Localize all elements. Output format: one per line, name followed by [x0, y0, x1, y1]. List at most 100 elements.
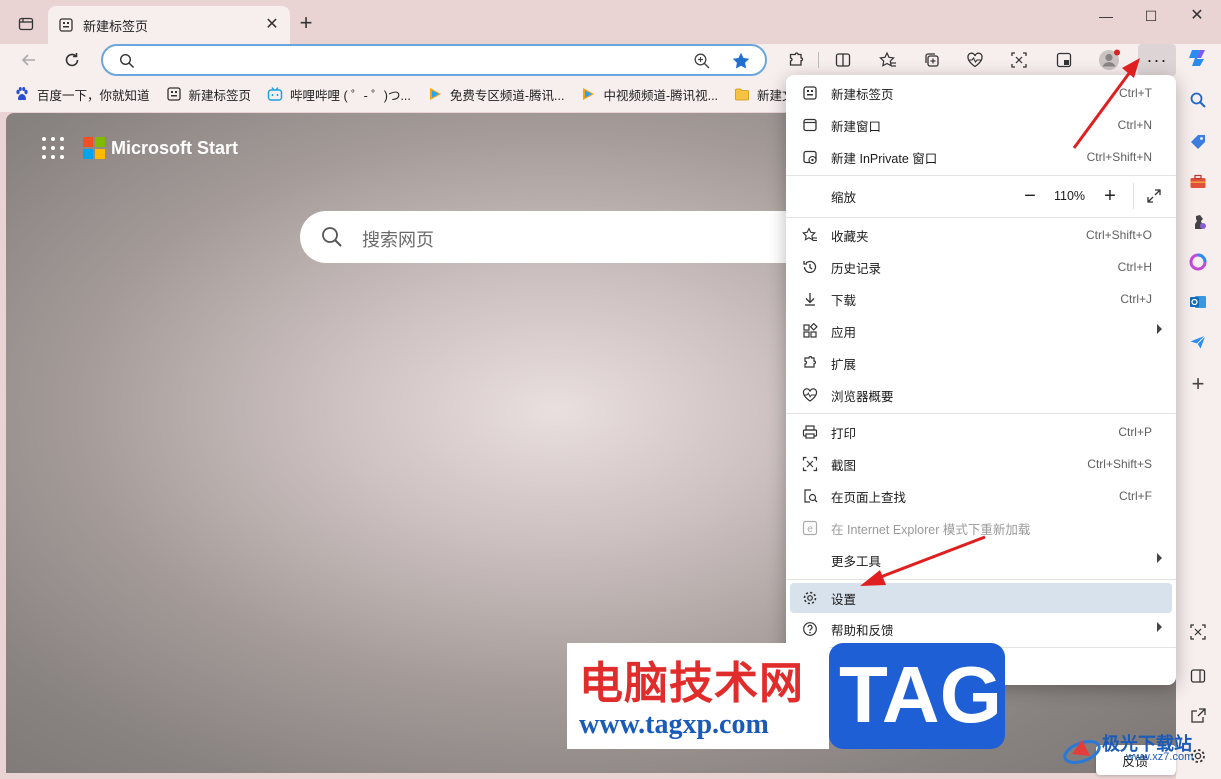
- close-window-icon[interactable]: ✕: [1185, 6, 1209, 26]
- menu-item-screenshot[interactable]: 截图 Ctrl+Shift+S: [790, 449, 1172, 479]
- aurora-logo-icon: [1063, 740, 1101, 764]
- menu-item-new-window[interactable]: 新建窗口 Ctrl+N: [790, 110, 1172, 140]
- zoom-in-button[interactable]: +: [1098, 185, 1122, 209]
- back-icon[interactable]: [17, 48, 41, 72]
- heartbeat-icon[interactable]: [963, 48, 987, 72]
- sidebar-toggle-icon[interactable]: [1186, 664, 1210, 688]
- favorites-icon: [800, 225, 820, 245]
- menu-item-history[interactable]: 历史记录 Ctrl+H: [790, 252, 1172, 282]
- screenshot-icon[interactable]: [1007, 48, 1031, 72]
- menu-item-extensions[interactable]: 扩展: [790, 348, 1172, 378]
- menu-item-label: 扩展: [831, 357, 857, 372]
- site2-url: www.xz7.com: [1126, 751, 1194, 763]
- page-search-box[interactable]: 搜索网页: [300, 211, 840, 263]
- menu-item-ie-mode: e 在 Internet Explorer 模式下重新加载: [790, 513, 1172, 543]
- collections-icon[interactable]: [920, 48, 944, 72]
- help-icon: [800, 619, 820, 639]
- menu-item-new-tab[interactable]: 新建标签页 Ctrl+T: [790, 78, 1172, 108]
- menu-item-browser-essentials[interactable]: 浏览器概要: [790, 380, 1172, 410]
- add-sidebar-app-icon[interactable]: +: [1186, 371, 1210, 396]
- menu-item-label: 截图: [831, 458, 857, 473]
- menu-item-shortcut: Ctrl+Shift+S: [1087, 457, 1152, 471]
- workspaces-icon[interactable]: [1052, 48, 1076, 72]
- bookmark-item[interactable]: 哔哩哔哩 ( ゜- ゜)つ...: [267, 85, 411, 104]
- heartbeat-icon: [800, 385, 820, 405]
- send-icon[interactable]: [1186, 330, 1210, 354]
- split-screen-icon[interactable]: [831, 48, 855, 72]
- screenshot-icon[interactable]: [1186, 620, 1210, 644]
- menu-item-settings[interactable]: 设置: [790, 583, 1172, 613]
- refresh-icon[interactable]: [60, 48, 84, 72]
- bookmark-item[interactable]: 免费专区频道-腾讯...: [427, 85, 564, 104]
- tab-actions-icon: [18, 17, 34, 31]
- bookmark-item[interactable]: 百度一下，你就知道: [14, 85, 150, 104]
- outlook-icon[interactable]: [1186, 290, 1210, 314]
- menu-item-print[interactable]: 打印 Ctrl+P: [790, 417, 1172, 447]
- menu-item-apps[interactable]: 应用: [790, 316, 1172, 346]
- menu-item-shortcut: Ctrl+F: [1119, 489, 1152, 503]
- watermark-url-text: www.tagxp.com: [579, 709, 769, 740]
- corner-watermark: 极光下载站 www.xz7.com: [1062, 730, 1212, 770]
- menu-item-favorites[interactable]: 收藏夹 Ctrl+Shift+O: [790, 220, 1172, 250]
- menu-item-label: 在页面上查找: [831, 490, 907, 505]
- window-icon: [800, 115, 820, 135]
- copilot-icon[interactable]: [1186, 46, 1210, 70]
- settings-and-more-button[interactable]: ···: [1138, 44, 1176, 76]
- bookmark-label: 新建标签页: [188, 88, 252, 103]
- favorite-star-icon[interactable]: [731, 51, 751, 74]
- tab-new-tab[interactable]: 新建标签页 ✕: [48, 6, 290, 44]
- search-icon: [119, 53, 135, 72]
- menu-item-find-on-page[interactable]: 在页面上查找 Ctrl+F: [790, 481, 1172, 511]
- menu-item-label: 在 Internet Explorer 模式下重新加载: [831, 522, 1031, 537]
- tencent-video-icon: [580, 86, 596, 102]
- profile-avatar[interactable]: [1097, 48, 1121, 72]
- microsoft-logo-icon: [83, 137, 105, 159]
- menu-separator: [786, 413, 1176, 414]
- tab-close-icon[interactable]: ✕: [264, 17, 280, 33]
- minimize-icon[interactable]: —: [1094, 6, 1118, 26]
- menu-separator: [786, 579, 1176, 580]
- office-icon[interactable]: [1186, 250, 1210, 274]
- search-placeholder: 搜索网页: [362, 230, 434, 250]
- bookmark-item[interactable]: 中视频频道-腾讯视...: [580, 85, 718, 104]
- menu-item-label: 应用: [831, 325, 857, 340]
- zoom-out-button[interactable]: −: [1018, 185, 1042, 209]
- menu-item-new-inprivate[interactable]: 新建 InPrivate 窗口 Ctrl+Shift+N: [790, 142, 1172, 172]
- tab-actions-button[interactable]: [12, 12, 40, 36]
- newtab-icon: [800, 83, 820, 103]
- extensions-icon[interactable]: [784, 48, 808, 72]
- submenu-arrow-icon: [1157, 324, 1162, 334]
- menu-item-label: 浏览器概要: [831, 389, 894, 404]
- newtab-icon: [166, 86, 182, 102]
- edge-sidebar: +: [1176, 44, 1221, 779]
- bookmark-label: 中视频频道-腾讯视...: [603, 88, 719, 103]
- games-icon[interactable]: [1186, 210, 1210, 234]
- gear-icon: [800, 588, 820, 608]
- menu-item-more-tools[interactable]: 更多工具: [790, 545, 1172, 575]
- menu-item-label: 帮助和反馈: [831, 623, 894, 638]
- ie-icon: e: [800, 518, 820, 538]
- fullscreen-icon[interactable]: [1143, 185, 1165, 207]
- address-bar[interactable]: [101, 44, 767, 76]
- new-tab-button[interactable]: +: [294, 12, 318, 36]
- menu-item-label: 历史记录: [831, 261, 882, 276]
- menu-item-shortcut: Ctrl+P: [1118, 425, 1152, 439]
- zoom-divider: [1133, 183, 1134, 209]
- open-external-icon[interactable]: [1186, 704, 1210, 728]
- bookmark-label: 哔哩哔哩 ( ゜- ゜)つ...: [290, 88, 411, 103]
- search-icon[interactable]: [1186, 88, 1210, 112]
- favorites-icon[interactable]: [876, 48, 900, 72]
- title-bar: 新建标签页 ✕ + — ☐ ✕: [0, 0, 1221, 44]
- menu-item-help-feedback[interactable]: 帮助和反馈: [790, 614, 1172, 644]
- tag-icon[interactable]: [1186, 130, 1210, 154]
- menu-item-downloads[interactable]: 下载 Ctrl+J: [790, 284, 1172, 314]
- bookmark-item[interactable]: 新建标签页: [166, 85, 252, 104]
- submenu-arrow-icon: [1157, 553, 1162, 563]
- menu-item-label: 设置: [831, 592, 857, 607]
- maximize-icon[interactable]: ☐: [1139, 6, 1163, 26]
- toolbox-icon[interactable]: [1186, 170, 1210, 194]
- zoom-icon[interactable]: [693, 52, 711, 73]
- svg-text:e: e: [807, 524, 813, 535]
- app-launcher-icon[interactable]: [42, 137, 64, 159]
- watermark-text-panel: 电脑技术网 www.tagxp.com: [567, 643, 829, 749]
